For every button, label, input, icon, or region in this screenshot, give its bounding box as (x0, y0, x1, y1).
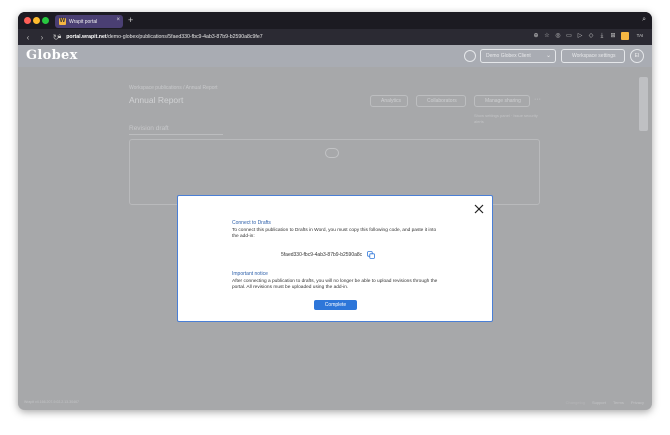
url-domain: portal.wrapit.net (66, 34, 107, 40)
collaborators-button[interactable]: Collaborators (416, 95, 466, 107)
notice-heading: Important notice (232, 271, 268, 277)
browser-toolbar: ‹ › ↻ 🔒︎ portal.wrapit.net/demo-globex/p… (18, 29, 652, 45)
workspace-settings-button[interactable]: Workspace settings (561, 49, 625, 63)
extensions-icon[interactable]: ⊞ (610, 32, 616, 40)
globex-logo[interactable]: Globex (26, 48, 78, 63)
tab-title: Wrapit portal (69, 18, 98, 25)
dimmed-content: Workspace publications / Annual Report A… (18, 67, 652, 410)
manage-sharing-button[interactable]: Manage sharing (474, 95, 530, 107)
footer-link-changelog[interactable]: Changelog (566, 400, 585, 405)
page-title: Annual Report (129, 95, 184, 105)
download-icon[interactable]: ⤓ (599, 32, 605, 40)
tab-close-icon[interactable]: × (116, 17, 120, 23)
help-icon[interactable] (464, 50, 476, 62)
maximize-window-button[interactable] (42, 17, 49, 24)
user-badge[interactable]: TAI (634, 32, 646, 40)
lock-icon: 🔒︎ (58, 33, 62, 40)
workspace-settings-label: Workspace settings (572, 53, 616, 59)
section-title: Revision draft (129, 125, 223, 135)
footer-link-privacy[interactable]: Privacy (631, 400, 644, 405)
org-select-label: Demo Globex Client (486, 53, 531, 59)
address-bar[interactable]: 🔒︎ portal.wrapit.net/demo-globex/publica… (58, 31, 538, 43)
app-header: Globex Demo Globex Client ⌄ Workspace se… (18, 45, 652, 67)
url-text: portal.wrapit.net/demo-globex/publicatio… (66, 34, 262, 40)
analytics-button[interactable]: Analytics (370, 95, 408, 107)
search-icon[interactable]: ⌕ (642, 16, 646, 24)
screenshot-icon[interactable]: ◎ (555, 32, 561, 40)
shield-icon[interactable]: ◇ (588, 32, 594, 40)
connection-code[interactable]: 5faed330-fbc9-4ab3-87b9-b2590a8c (281, 252, 362, 258)
complete-button[interactable]: Complete (314, 300, 357, 310)
footer-link-support[interactable]: Support (592, 400, 606, 405)
zoom-icon[interactable]: ⊕ (533, 32, 539, 40)
back-icon[interactable]: ‹ (24, 33, 32, 42)
avatar[interactable]: EI (630, 49, 644, 63)
connect-instructions: To connect this publication to Drafts in… (232, 228, 437, 239)
footer-links: Changelog Support Terms Privacy (566, 400, 644, 405)
footer-link-terms[interactable]: Terms (613, 400, 624, 405)
notice-text: After connecting a publication to drafts… (232, 279, 438, 290)
footer-version: Wrapit v4.166.207-9.02.2.13-30467 (24, 400, 80, 404)
breadcrumb: Workspace publications / Annual Report (129, 85, 218, 91)
cloud-upload-icon (325, 148, 339, 158)
url-path: /demo-globex/publications/5faed330-fbc9-… (106, 34, 263, 40)
faded-note: Show settings panel · Issue security ale… (474, 113, 538, 124)
copy-icon[interactable] (367, 251, 375, 259)
wrapit-extension-icon[interactable] (621, 32, 629, 40)
connect-heading: Connect to Drafts (232, 220, 271, 226)
toolbar-icons: ⊕ ☆ ◎ ▭ ▷ ◇ ⤓ ⊞ TAI (533, 32, 646, 40)
new-tab-button[interactable]: + (128, 16, 133, 25)
browser-window: W Wrapit portal × + ⌕ ‹ › ↻ 🔒︎ portal.wr… (18, 12, 652, 410)
close-window-button[interactable] (24, 17, 31, 24)
forward-icon[interactable]: › (38, 33, 46, 42)
side-panel-tab[interactable] (639, 77, 648, 131)
connect-drafts-modal: Connect to Drafts To connect this public… (177, 195, 493, 322)
bookmarks-icon[interactable]: ☆ (544, 32, 550, 40)
wrapit-favicon-icon: W (59, 18, 66, 25)
close-icon[interactable] (473, 203, 485, 215)
more-options-icon[interactable]: ··· (534, 96, 541, 103)
play-icon[interactable]: ▷ (577, 32, 583, 40)
code-row: 5faed330-fbc9-4ab3-87b9-b2590a8c (281, 251, 375, 259)
reader-icon[interactable]: ▭ (566, 32, 572, 40)
chevron-down-icon: ⌄ (545, 53, 551, 59)
web-page: Globex Demo Globex Client ⌄ Workspace se… (18, 45, 652, 410)
browser-tab-wrapit-portal[interactable]: W Wrapit portal × (55, 15, 123, 28)
minimize-window-button[interactable] (33, 17, 40, 24)
org-select[interactable]: Demo Globex Client ⌄ (480, 49, 556, 63)
tab-bar: W Wrapit portal × + ⌕ (18, 12, 652, 29)
